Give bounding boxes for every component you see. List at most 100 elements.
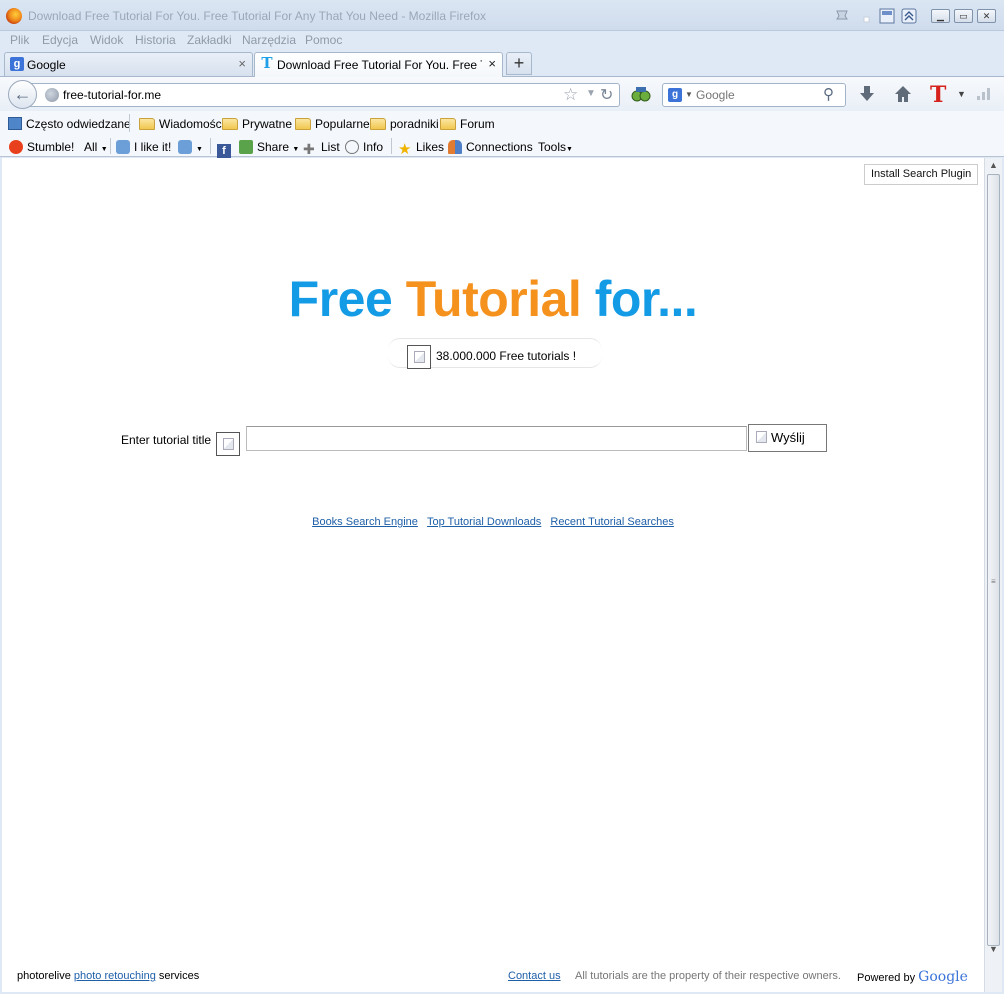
- tools-label: Tools: [538, 140, 567, 154]
- bookmark-folder-private[interactable]: Prywatne: [222, 117, 292, 131]
- stumbleupon-toolbar: Stumble! All ▼ I like it! ▼ f Share ▼ ✚ L…: [0, 135, 1004, 158]
- url-bar[interactable]: free-tutorial-for.me ☆ ▼ ↻: [24, 83, 620, 107]
- close-tab-icon[interactable]: ×: [488, 56, 496, 71]
- connections-button[interactable]: Connections: [448, 140, 533, 154]
- magnifier-page-icon: [8, 117, 22, 130]
- bookmarks-bar: Często odwiedzane Wiadomości Prywatne Po…: [0, 111, 1004, 135]
- reload-icon[interactable]: ↻: [600, 85, 613, 105]
- menu-help[interactable]: Pomoc: [305, 33, 342, 47]
- page-content: Install Search Plugin Free Tutorial for.…: [2, 158, 984, 992]
- powered-by-label: Powered by: [857, 972, 916, 984]
- google-logo: Google: [918, 969, 968, 985]
- chevron-down-icon: ▼: [566, 146, 573, 153]
- search-input[interactable]: [696, 87, 816, 103]
- tab-label: Google: [27, 58, 66, 72]
- tab-free-tutorial[interactable]: T Download Free Tutorial For You. Free T…: [254, 52, 503, 77]
- footer-prefix: photorelive: [17, 970, 71, 982]
- signal-bars-icon: [976, 85, 994, 104]
- double-up-arrow-icon[interactable]: [901, 8, 917, 24]
- t-addon-icon[interactable]: T: [930, 82, 946, 108]
- url-dropdown-icon[interactable]: ▼: [586, 88, 596, 99]
- search-icon[interactable]: ⚲: [823, 85, 834, 103]
- close-window-button[interactable]: ✕: [977, 9, 996, 23]
- url-text[interactable]: free-tutorial-for.me: [63, 88, 161, 102]
- vertical-scrollbar[interactable]: ▲ ≡ ▼: [984, 158, 1002, 992]
- bookmarks-separator: [129, 114, 130, 132]
- scroll-thumb[interactable]: ≡: [987, 174, 1000, 946]
- link-contact-us[interactable]: Contact us: [508, 970, 561, 982]
- tab-google[interactable]: g Google ×: [4, 52, 253, 76]
- rights-notice: All tutorials are the property of their …: [575, 970, 841, 982]
- tutorial-title-input[interactable]: [246, 426, 747, 451]
- stumble-button[interactable]: Stumble!: [9, 140, 74, 154]
- bookmark-folder-popular[interactable]: Popularne: [295, 117, 370, 131]
- share-button[interactable]: Share ▼: [239, 140, 299, 154]
- footer-suffix: services: [158, 970, 200, 982]
- new-tab-button[interactable]: +: [506, 52, 532, 75]
- powered-by-google: Powered by Google: [857, 969, 968, 985]
- install-search-plugin-button[interactable]: Install Search Plugin: [864, 164, 979, 185]
- engine-dropdown-icon[interactable]: ▼: [685, 90, 693, 99]
- folder-icon: [440, 118, 456, 130]
- bookmark-folder-news[interactable]: Wiadomości: [139, 117, 224, 131]
- bookmark-label: Prywatne: [242, 117, 293, 131]
- dislike-button[interactable]: ▼: [178, 140, 203, 154]
- bookmark-folder-guides[interactable]: poradniki: [370, 117, 439, 131]
- send-button-label: Wyślij: [771, 430, 805, 445]
- close-tab-icon[interactable]: ×: [238, 56, 246, 71]
- pin-icon[interactable]: [834, 8, 850, 24]
- window-grid-icon[interactable]: [879, 8, 895, 24]
- bookmark-star-icon[interactable]: ☆: [563, 85, 578, 105]
- download-icon[interactable]: [858, 84, 876, 107]
- menu-view[interactable]: Widok: [90, 33, 123, 47]
- connections-label: Connections: [466, 140, 533, 154]
- like-button[interactable]: I like it!: [116, 140, 171, 154]
- thumbs-up-icon: [116, 140, 130, 154]
- toolbar-separator: [210, 138, 211, 154]
- tools-dropdown[interactable]: Tools▼: [538, 140, 573, 154]
- facebook-icon: f: [217, 144, 231, 158]
- link-photo-retouching[interactable]: photo retouching: [74, 970, 156, 982]
- bookmark-folder-forum[interactable]: Forum: [440, 117, 495, 131]
- link-books-search-engine[interactable]: Books Search Engine: [312, 516, 418, 528]
- info-button[interactable]: Info: [345, 140, 383, 154]
- back-button[interactable]: ←: [8, 80, 37, 109]
- scroll-up-arrow-icon[interactable]: ▲: [989, 160, 998, 170]
- likes-label: Likes: [416, 140, 445, 154]
- search-bar[interactable]: g ▼ ⚲: [662, 83, 846, 107]
- globe-icon: [45, 88, 59, 102]
- facebook-button[interactable]: f: [217, 140, 235, 158]
- minimize-button[interactable]: ▁: [931, 9, 950, 23]
- plus-icon: ✚: [303, 141, 315, 157]
- all-dropdown[interactable]: All ▼: [84, 140, 108, 154]
- firefox-logo-icon[interactable]: [6, 8, 22, 24]
- list-button[interactable]: ✚ List: [303, 140, 340, 157]
- bookmark-label: Popularne: [315, 117, 370, 131]
- home-icon[interactable]: [893, 84, 913, 107]
- menu-edit[interactable]: Edycja: [42, 33, 78, 47]
- addon-dropdown-icon[interactable]: ▼: [957, 89, 966, 99]
- send-button[interactable]: Wyślij: [748, 424, 827, 452]
- google-engine-icon[interactable]: g: [668, 88, 682, 102]
- binoculars-icon[interactable]: [631, 84, 651, 107]
- input-label: Enter tutorial title: [121, 433, 212, 447]
- folder-icon: [222, 118, 238, 130]
- toolbar-separator: [110, 138, 111, 154]
- menu-file[interactable]: Plik: [10, 33, 29, 47]
- scroll-down-arrow-icon[interactable]: ▼: [989, 944, 998, 954]
- folder-icon: [139, 118, 155, 130]
- menu-bookmarks[interactable]: Zakładki: [187, 33, 232, 47]
- stumbleupon-icon: [9, 140, 23, 154]
- folder-icon: [370, 118, 386, 130]
- menu-tools[interactable]: Narzędzia: [242, 33, 296, 47]
- bookmark-most-visited[interactable]: Często odwiedzane: [8, 117, 131, 131]
- link-top-tutorial-downloads[interactable]: Top Tutorial Downloads: [427, 516, 541, 528]
- star-icon: ★: [398, 141, 412, 158]
- likes-button[interactable]: ★ Likes: [398, 140, 444, 157]
- broken-image-icon: [216, 432, 240, 456]
- bookmark-label: Wiadomości: [159, 117, 225, 131]
- menu-history[interactable]: Historia: [135, 33, 176, 47]
- maximize-button[interactable]: ▭: [954, 9, 973, 23]
- all-label: All: [84, 140, 98, 154]
- link-recent-tutorial-searches[interactable]: Recent Tutorial Searches: [550, 516, 674, 528]
